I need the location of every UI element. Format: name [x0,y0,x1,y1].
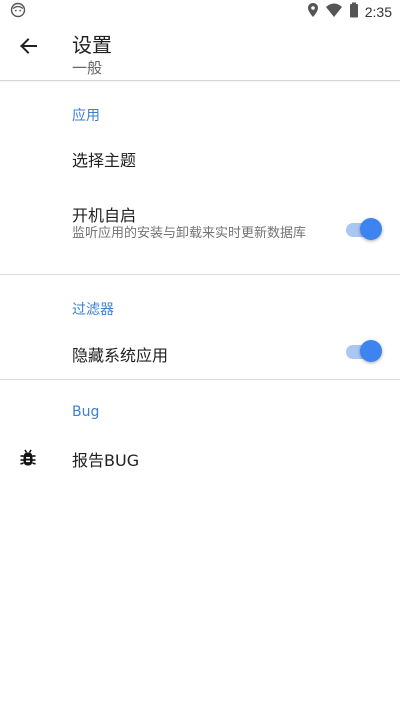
page-subtitle: 一般 [72,59,103,77]
section-header-app: 应用 [72,108,100,124]
settings-screen: 2:35 设置 一般 应用 选择主题 开机自启 监听应用的安装与卸载来实时更新数… [0,0,400,710]
battery-icon [349,2,359,22]
status-bar: 2:35 [0,0,400,24]
back-button[interactable] [12,32,44,64]
wifi-icon [325,2,343,22]
hide-system-apps-item[interactable]: 隐藏系统应用 [0,328,400,378]
autostart-item[interactable]: 开机自启 监听应用的安装与卸载来实时更新数据库 [0,188,400,268]
autostart-title: 开机自启 [72,206,137,225]
location-icon [307,2,319,22]
switch-thumb [360,340,382,362]
switch-thumb [360,218,382,240]
hide-system-apps-switch[interactable] [346,340,382,364]
autostart-switch[interactable] [346,218,382,242]
arrow-left-icon [18,36,38,60]
hide-system-apps-title: 隐藏系统应用 [72,346,169,365]
choose-theme-item[interactable]: 选择主题 [0,133,400,183]
section-header-bug: Bug [72,404,100,420]
section-header-filter: 过滤器 [72,302,114,318]
android-face-icon [10,2,26,22]
report-bug-item[interactable]: 报告BUG [0,433,400,483]
choose-theme-title: 选择主题 [72,151,137,170]
autostart-summary: 监听应用的安装与卸载来实时更新数据库 [72,226,307,241]
status-time: 2:35 [364,4,392,20]
divider [0,274,400,275]
app-bar: 设置 一般 [0,24,400,81]
bug-icon [18,448,38,468]
page-title: 设置 [72,33,112,57]
divider [0,379,400,380]
report-bug-title: 报告BUG [72,451,140,470]
